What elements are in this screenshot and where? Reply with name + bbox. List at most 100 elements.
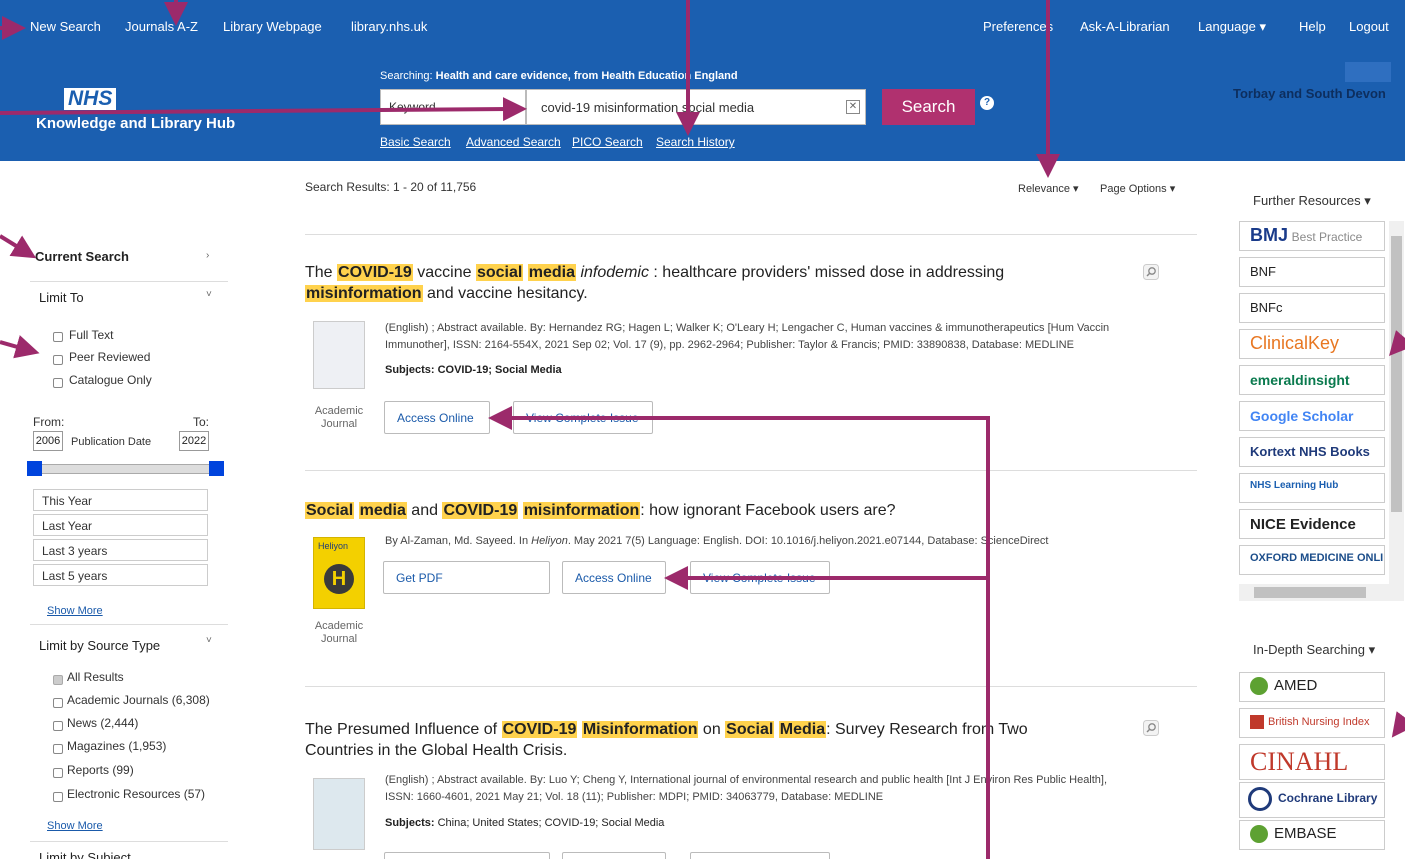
nav-ask-a-librarian[interactable]: Ask-A-Librarian [1080, 19, 1170, 34]
access-online-button[interactable]: Access Online [384, 401, 490, 434]
emerald-insight-link[interactable]: emeraldinsight [1239, 365, 1385, 395]
further-resources-dropdown[interactable]: Further Resources ▾ [1253, 193, 1371, 209]
view-complete-issue-button[interactable]: View Complete Issue [513, 401, 653, 434]
nav-help[interactable]: Help [1299, 19, 1326, 34]
subject-heading[interactable]: Limit by Subject [39, 850, 131, 859]
current-search-heading[interactable]: Current Search [35, 249, 129, 264]
magazines-checkbox[interactable] [53, 744, 63, 754]
access-online-button[interactable]: Access Online [562, 561, 666, 594]
news-label: News (2,444) [67, 716, 139, 730]
catalogue-only-label: Catalogue Only [69, 373, 152, 387]
show-more-sources-link[interactable]: Show More [47, 820, 103, 832]
last-year-option[interactable]: Last Year [33, 514, 208, 536]
result-title[interactable]: Social media and COVID-19 misinformation… [305, 500, 896, 521]
full-text-label: Full Text [69, 328, 114, 342]
chevron-right-icon[interactable]: › [206, 250, 209, 261]
divider [30, 281, 228, 282]
amed-link[interactable]: AMED [1239, 672, 1385, 702]
relevance-sort-dropdown[interactable]: Relevance ▾ [1018, 182, 1079, 195]
nav-language[interactable]: Language ▾ [1198, 19, 1266, 35]
result-title[interactable]: The COVID-19 vaccine social media infode… [305, 262, 1004, 304]
embase-link[interactable]: EMBASE [1239, 820, 1385, 850]
nav-library-nhs-uk[interactable]: library.nhs.uk [351, 19, 427, 34]
nav-journals-az[interactable]: Journals A-Z [125, 19, 198, 34]
resources-scroll-thumb[interactable] [1391, 236, 1402, 512]
bnf-link[interactable]: BNF [1239, 257, 1385, 287]
last-3-years-option[interactable]: Last 3 years [33, 539, 208, 561]
peer-reviewed-checkbox[interactable] [53, 355, 63, 365]
this-year-option[interactable]: This Year [33, 489, 208, 511]
nav-new-search[interactable]: New Search [30, 19, 101, 34]
cochrane-library-link[interactable]: Cochrane Library [1239, 782, 1385, 818]
show-more-dates-link[interactable]: Show More [47, 605, 103, 617]
result-button-partial[interactable] [690, 852, 830, 859]
divider [30, 841, 228, 842]
result-subjects: Subjects: China; United States; COVID-19… [385, 817, 665, 829]
catalogue-only-checkbox[interactable] [53, 378, 63, 388]
chevron-down-icon[interactable]: ˅ [206, 635, 212, 646]
sort-label: Relevance [1018, 183, 1070, 195]
search-input[interactable] [526, 89, 866, 125]
preview-zoom-icon[interactable] [1143, 264, 1159, 280]
oxford-medicine-online-link[interactable]: OXFORD MEDICINE ONLINE [1239, 545, 1385, 575]
bnfc-link[interactable]: BNFc [1239, 293, 1385, 323]
clinicalkey-link[interactable]: ClinicalKey [1239, 329, 1385, 359]
result-title[interactable]: The Presumed Influence of COVID-19 Misin… [305, 719, 1028, 761]
advanced-search-link[interactable]: Advanced Search [466, 135, 561, 149]
date-range-slider[interactable] [40, 464, 216, 474]
journal-cover-thumbnail [313, 321, 365, 389]
pico-search-link[interactable]: PICO Search [572, 135, 643, 149]
source-type-heading[interactable]: Limit by Source Type [39, 638, 160, 653]
last-5-years-option[interactable]: Last 5 years [33, 564, 208, 586]
news-checkbox[interactable] [53, 721, 63, 731]
divider [30, 624, 228, 625]
results-count: Search Results: 1 - 20 of 11,756 [305, 180, 477, 194]
amed-label: AMED [1274, 677, 1318, 694]
result-button-partial[interactable] [384, 852, 550, 859]
electronic-resources-checkbox[interactable] [53, 792, 63, 802]
result-citation: (English) ; Abstract available. By: Hern… [385, 322, 1110, 351]
arrow-to-current-search [0, 234, 37, 259]
slider-handle-from[interactable] [27, 461, 42, 476]
nav-library-webpage[interactable]: Library Webpage [223, 19, 322, 34]
clear-search-icon[interactable]: ✕ [846, 100, 860, 114]
bmj-best-practice-link[interactable]: BMJ Best Practice [1239, 221, 1385, 251]
basic-search-link[interactable]: Basic Search [380, 135, 451, 149]
view-complete-issue-button[interactable]: View Complete Issue [690, 561, 830, 594]
nav-preferences[interactable]: Preferences [983, 19, 1053, 34]
slider-handle-to[interactable] [209, 461, 224, 476]
embase-label: EMBASE [1274, 825, 1337, 842]
nhs-learning-hub-link[interactable]: NHS Learning Hub [1239, 473, 1385, 503]
nice-evidence-link[interactable]: NICE Evidence [1239, 509, 1385, 539]
google-scholar-link[interactable]: Google Scholar [1239, 401, 1385, 431]
from-year-input[interactable]: 2006 [33, 431, 63, 451]
searching-source-name: Health and care evidence, from Health Ed… [435, 70, 738, 82]
divider [305, 470, 1197, 471]
in-depth-searching-label: In-Depth Searching [1253, 642, 1366, 657]
preview-zoom-icon[interactable] [1143, 720, 1159, 736]
resources-hscroll-thumb[interactable] [1254, 587, 1366, 598]
nav-logout[interactable]: Logout [1349, 19, 1389, 34]
in-depth-searching-dropdown[interactable]: In-Depth Searching ▾ [1253, 642, 1375, 658]
globe-icon [1250, 677, 1268, 696]
help-icon[interactable]: ? [980, 96, 994, 110]
all-results-checkbox[interactable] [53, 675, 63, 685]
british-nursing-index-link[interactable]: British Nursing Index [1239, 708, 1385, 738]
reports-checkbox[interactable] [53, 768, 63, 778]
cinahl-link[interactable]: CINAHL [1239, 744, 1385, 780]
page-options-dropdown[interactable]: Page Options ▾ [1100, 182, 1175, 195]
result-button-partial[interactable] [562, 852, 666, 859]
search-button[interactable]: Search [882, 89, 975, 125]
get-pdf-button[interactable]: Get PDF [383, 561, 550, 594]
to-year-input[interactable]: 2022 [179, 431, 209, 451]
arrow-to-limit-options [0, 335, 40, 359]
full-text-checkbox[interactable] [53, 332, 63, 342]
electronic-resources-label: Electronic Resources (57) [67, 787, 206, 801]
search-history-link[interactable]: Search History [656, 135, 735, 149]
academic-journals-checkbox[interactable] [53, 698, 63, 708]
search-field-select[interactable]: Keyword [380, 89, 526, 125]
limit-to-heading[interactable]: Limit To [39, 290, 84, 305]
kortext-link[interactable]: Kortext NHS Books [1239, 437, 1385, 467]
chevron-down-icon[interactable]: ˅ [206, 289, 212, 300]
all-results-label: All Results [67, 670, 124, 684]
